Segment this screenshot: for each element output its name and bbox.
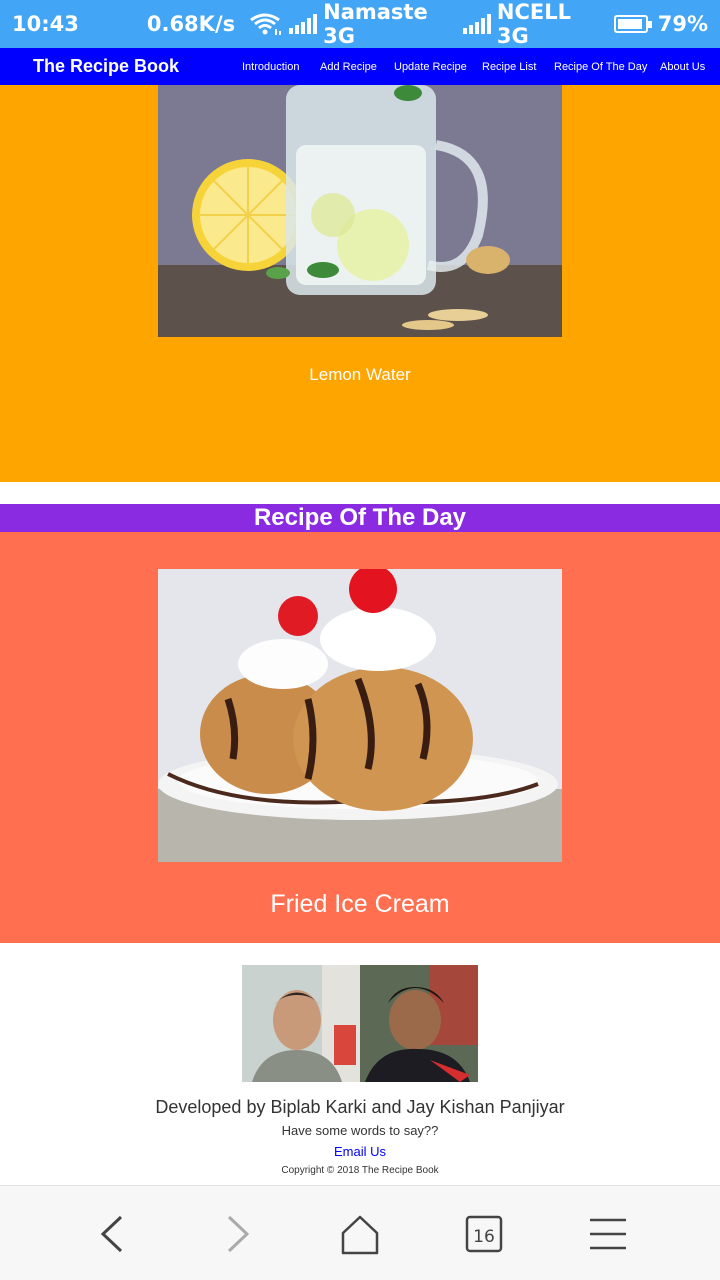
nav-link-about-us[interactable]: About Us xyxy=(660,61,710,73)
nav-link-recipe-of-the-day[interactable]: Recipe Of The Day xyxy=(554,61,660,73)
copyright: Copyright © 2018 The Recipe Book xyxy=(281,1165,439,1176)
developers-photo xyxy=(242,965,478,1082)
home-icon[interactable] xyxy=(335,1211,385,1257)
carrier-2: NCELL 3G xyxy=(496,0,571,48)
battery-percent: 79% xyxy=(657,12,709,36)
recipe-of-the-day-title[interactable]: Fried Ice Cream xyxy=(0,890,720,919)
status-bar: 10:43 0.68K/s Namaste 3G NCELL 3G 79% xyxy=(0,0,720,48)
signal-icon xyxy=(289,14,318,34)
developer-photo-2 xyxy=(360,965,478,1082)
recipe-of-the-day-section: Fried Ice Cream xyxy=(0,532,720,943)
footer: Developed by Biplab Karki and Jay Kishan… xyxy=(0,943,720,1185)
status-time: 10:43 xyxy=(12,12,79,36)
tabs-icon[interactable]: 16 xyxy=(459,1211,509,1257)
tab-count: 16 xyxy=(473,1227,495,1247)
fried-ice-cream-image[interactable] xyxy=(158,569,562,862)
nav-links: Introduction Add Recipe Update Recipe Re… xyxy=(242,61,710,73)
nav-link-update-recipe[interactable]: Update Recipe xyxy=(394,61,482,73)
back-icon[interactable] xyxy=(88,1211,138,1257)
developer-photo-1 xyxy=(242,965,360,1082)
menu-icon[interactable] xyxy=(583,1211,633,1257)
brand-logo[interactable]: The Recipe Book xyxy=(33,56,242,77)
featured-recipe-title[interactable]: Lemon Water xyxy=(0,365,720,385)
battery-icon xyxy=(613,15,652,33)
signal-icon xyxy=(462,14,491,34)
forward-icon[interactable] xyxy=(212,1211,262,1257)
browser-toolbar: 16 xyxy=(0,1185,720,1280)
navbar: The Recipe Book Introduction Add Recipe … xyxy=(0,48,720,85)
wifi-icon xyxy=(249,12,283,36)
email-us-link-wrap: Email Us xyxy=(0,1144,720,1159)
nav-link-add-recipe[interactable]: Add Recipe xyxy=(320,61,394,73)
network-speed: 0.68K/s xyxy=(146,12,236,36)
recipe-of-the-day-heading: Recipe Of The Day xyxy=(0,504,720,532)
nav-link-introduction[interactable]: Introduction xyxy=(242,61,320,73)
developers-credit: Developed by Biplab Karki and Jay Kishan… xyxy=(155,1097,565,1117)
email-us-link[interactable]: Email Us xyxy=(334,1144,386,1159)
featured-recipe-section: Lemon Water xyxy=(0,85,720,482)
carrier-1: Namaste 3G xyxy=(323,0,428,48)
feedback-prompt: Have some words to say?? xyxy=(281,1123,439,1138)
nav-link-recipe-list[interactable]: Recipe List xyxy=(482,61,554,73)
lemon-water-image[interactable] xyxy=(158,85,562,337)
